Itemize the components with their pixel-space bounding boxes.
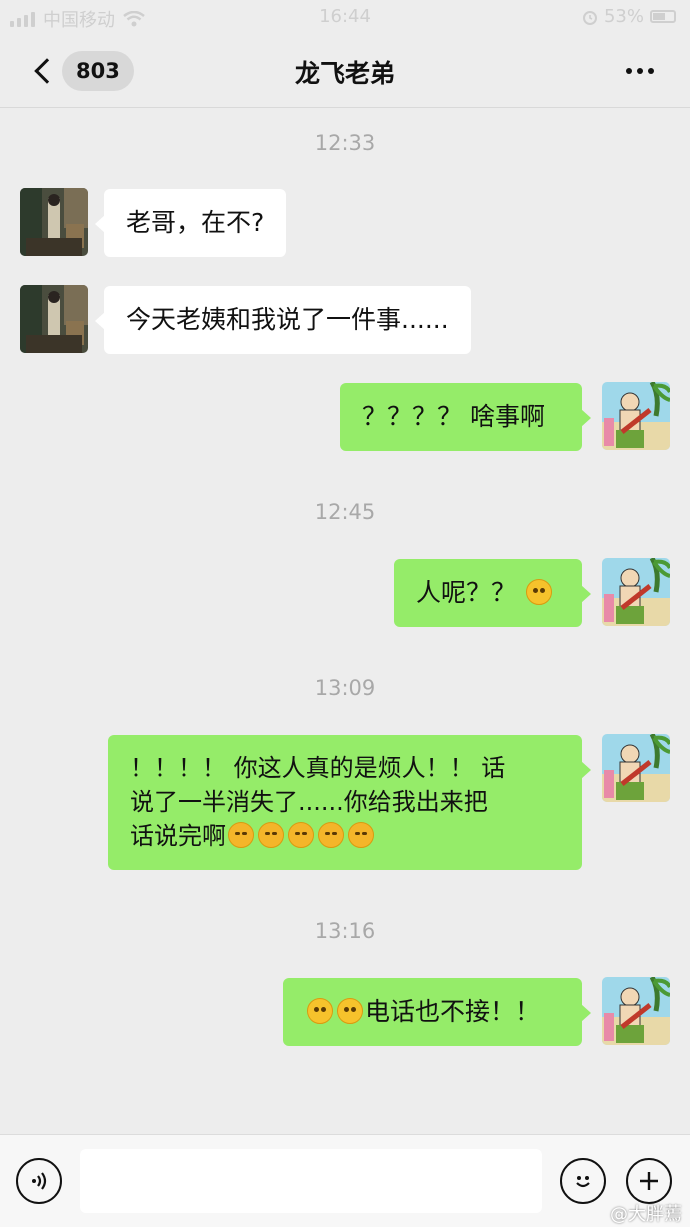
plus-icon <box>640 1172 658 1190</box>
timestamp: 12:33 <box>314 131 376 155</box>
crying-laughing-face-icon <box>288 822 314 848</box>
chat-title: 龙飞老弟 <box>294 59 395 88</box>
more-button[interactable] <box>626 68 654 74</box>
my-avatar[interactable] <box>602 558 670 626</box>
smiling-face-icon <box>307 998 333 1024</box>
crying-laughing-face-icon <box>258 822 284 848</box>
message-input[interactable] <box>80 1149 542 1213</box>
status-bar: 中国移动 16:44 53% <box>0 0 690 34</box>
battery-percent: 53% <box>603 6 644 27</box>
emoji-icon <box>576 1176 590 1188</box>
message-bubble-received[interactable]: 今天老姨和我说了一件事...... <box>95 286 471 354</box>
voice-button[interactable] <box>16 1158 62 1204</box>
emoji-button[interactable] <box>560 1158 606 1204</box>
message-bubble-received[interactable]: 老哥，在不? <box>94 189 287 257</box>
status-right: 53% <box>582 6 676 27</box>
chat-nav-bar: 803 龙飞老弟 <box>0 34 690 108</box>
timestamp: 12:45 <box>314 500 376 524</box>
timestamp: 13:09 <box>314 676 376 700</box>
message-text: 人呢？？ <box>416 578 517 607</box>
voice-icon <box>32 1172 47 1190</box>
message-bubble-sent[interactable]: ？？？？ 啥事啊 <box>340 383 591 451</box>
add-button[interactable] <box>626 1158 672 1204</box>
my-avatar[interactable] <box>602 734 670 802</box>
friend-avatar[interactable] <box>20 285 88 353</box>
message-line: 话说完啊 <box>130 822 226 850</box>
message-line: ！！！！ 你这人真的是烦人！！ 话 <box>130 754 506 782</box>
crying-laughing-face-icon <box>348 822 374 848</box>
message-text: 电话也不接！！ <box>365 997 541 1026</box>
message-bubble-sent[interactable]: 电话也不接！！ <box>283 978 591 1046</box>
my-avatar[interactable] <box>602 977 670 1045</box>
friend-avatar[interactable] <box>20 188 88 256</box>
chat-input-bar <box>0 1134 690 1227</box>
message-bubble-sent[interactable]: ！！！！ 你这人真的是烦人！！ 话 说了一半消失了......你给我出来把 话说… <box>108 735 591 870</box>
watermark-text: @大胖蔫 <box>610 1204 682 1225</box>
watermark: @大胖蔫 <box>610 1200 682 1226</box>
battery-icon <box>650 10 676 23</box>
smiling-face-icon <box>337 998 363 1024</box>
crying-laughing-face-icon <box>318 822 344 848</box>
message-line-last: 话说完啊 <box>130 819 560 853</box>
more-dots-icon <box>626 68 632 74</box>
timestamp: 13:16 <box>314 919 376 943</box>
dizzy-face-icon <box>525 579 552 605</box>
crying-laughing-face-icon <box>228 822 254 848</box>
alarm-icon <box>582 10 597 25</box>
message-line: 说了一半消失了......你给我出来把 <box>130 788 488 816</box>
my-avatar[interactable] <box>602 382 670 450</box>
message-bubble-sent[interactable]: 人呢？？ <box>394 559 591 627</box>
